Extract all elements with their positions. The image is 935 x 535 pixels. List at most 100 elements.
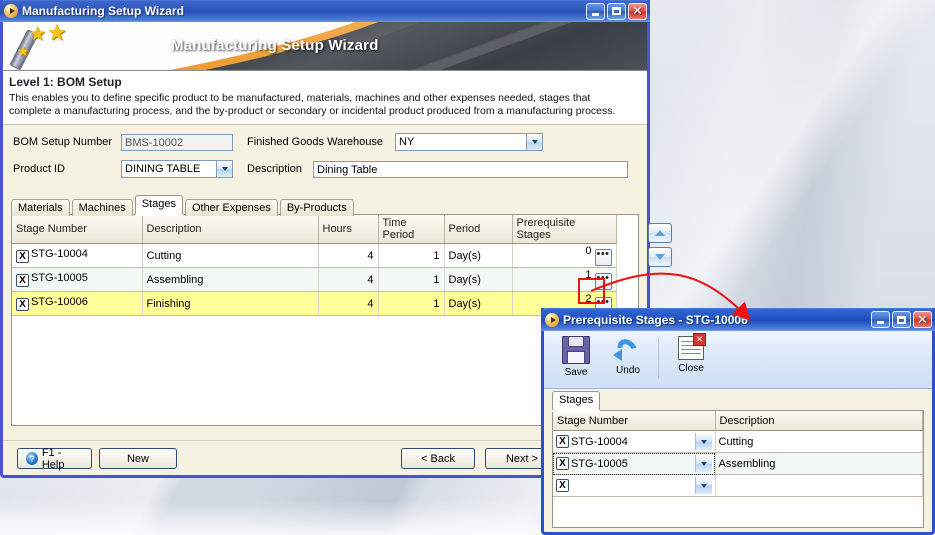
product-id-label: Product ID [13, 163, 65, 175]
col-description[interactable]: Description [715, 411, 923, 431]
cell-stage-number[interactable]: X STG-10005 [12, 267, 143, 292]
delete-row-icon[interactable]: X [16, 274, 29, 287]
sub-tab-stages[interactable]: Stages [552, 391, 601, 410]
cell-period[interactable]: Day(s) [444, 243, 513, 268]
cell-description[interactable]: Assembling [715, 452, 923, 475]
cell-description[interactable]: Finishing [142, 291, 319, 316]
col-stage-number[interactable]: Stage Number [553, 411, 716, 431]
cell-time-period[interactable]: 1 [378, 243, 445, 268]
save-label: Save [564, 367, 588, 378]
level-heading: Level 1: BOM Setup [3, 71, 647, 91]
delete-row-icon[interactable]: X [16, 250, 29, 263]
col-description[interactable]: Description [142, 215, 319, 244]
help-button[interactable]: ? F1 - Help [17, 446, 92, 471]
chevron-down-icon[interactable] [694, 433, 712, 450]
cell-description[interactable] [715, 474, 923, 497]
main-window-controls: ✕ [586, 2, 648, 20]
table-row[interactable]: X STG-10005 Assembling [553, 452, 923, 475]
chevron-down-icon[interactable] [216, 161, 232, 177]
cell-description[interactable]: Assembling [142, 267, 319, 292]
toolbar-separator [658, 338, 659, 378]
delete-row-icon[interactable]: X [556, 479, 569, 492]
delete-row-icon[interactable]: X [556, 435, 569, 448]
close-icon: ✕ [632, 3, 643, 18]
close-toolbar-button[interactable]: ✕ Close [665, 333, 717, 374]
stage-number-select[interactable]: X STG-10004 [556, 433, 712, 450]
delete-row-icon[interactable]: X [556, 457, 569, 470]
cell-stage-number[interactable]: X [553, 474, 716, 497]
tab-materials[interactable]: Materials [11, 199, 70, 216]
tab-stages[interactable]: Stages [134, 195, 183, 214]
col-stage-number[interactable]: Stage Number [12, 215, 143, 244]
bom-setup-number-input[interactable]: BMS-10002 [121, 133, 233, 151]
delete-row-icon[interactable]: X [16, 298, 29, 311]
star-icon-3: ★ [17, 43, 30, 59]
maximize-button[interactable] [607, 2, 626, 20]
close-window-icon: ✕ [678, 333, 706, 360]
back-button[interactable]: < Back [401, 448, 475, 469]
arrow-down-icon [655, 254, 665, 260]
tab-machines[interactable]: Machines [71, 199, 133, 216]
star-icon-1: ★ [29, 24, 47, 45]
chevron-down-icon[interactable] [694, 455, 712, 472]
stage-number-value: STG-10005 [571, 457, 628, 470]
bom-setup-number-label: BOM Setup Number [13, 136, 113, 148]
stage-number-select[interactable]: X [556, 477, 712, 494]
chevron-down-icon[interactable] [526, 134, 542, 150]
description-input[interactable]: Dining Table [313, 160, 628, 178]
tab-by-products[interactable]: By-Products [279, 199, 354, 216]
cell-stage-number[interactable]: X STG-10005 [553, 452, 716, 475]
stage-number-value: STG-10005 [31, 272, 88, 284]
close-button[interactable]: ✕ [628, 2, 647, 20]
table-row[interactable]: X STG-10006 Finishing 4 1 Day(s) 2 ••• [12, 291, 617, 316]
finished-goods-warehouse-select[interactable]: NY [395, 133, 543, 151]
col-prerequisite-stages[interactable]: Prerequisite Stages [512, 215, 617, 244]
move-row-up-button[interactable] [648, 223, 672, 243]
cell-stage-number[interactable]: X STG-10004 [553, 430, 716, 453]
cell-time-period[interactable]: 1 [378, 291, 445, 316]
cell-period[interactable]: Day(s) [444, 291, 513, 316]
cell-description[interactable]: Cutting [715, 430, 923, 453]
undo-button[interactable]: Undo [602, 336, 654, 376]
maximize-button[interactable] [892, 311, 911, 328]
table-row[interactable]: X STG-10005 Assembling 4 1 Day(s) 1 ••• [12, 267, 617, 292]
new-button[interactable]: New [99, 448, 177, 469]
cell-time-period[interactable]: 1 [378, 267, 445, 292]
chevron-down-icon[interactable] [694, 477, 712, 494]
col-hours[interactable]: Hours [318, 215, 379, 244]
help-label: F1 - Help [41, 446, 65, 471]
cell-hours[interactable]: 4 [318, 267, 379, 292]
minimize-button[interactable] [871, 311, 890, 328]
table-row[interactable]: X [553, 474, 923, 497]
main-window-titlebar[interactable]: Manufacturing Setup Wizard ✕ [0, 0, 650, 22]
prerequisite-stages-grid: Stage Number Description X STG-10004 Cut… [553, 411, 923, 497]
cell-hours[interactable]: 4 [318, 243, 379, 268]
product-id-select[interactable]: DINING TABLE [121, 160, 233, 178]
prereq-grid-header-row: Stage Number Description [553, 411, 923, 431]
banner-streak-2 [390, 22, 647, 70]
move-row-down-button[interactable] [648, 247, 672, 267]
stage-number-select[interactable]: X STG-10005 [556, 455, 712, 472]
cell-period[interactable]: Day(s) [444, 267, 513, 292]
close-button[interactable]: ✕ [913, 311, 932, 328]
play-circle-icon [4, 4, 18, 18]
minimize-button[interactable] [586, 2, 605, 20]
undo-label: Undo [616, 365, 640, 376]
ellipsis-button[interactable]: ••• [594, 249, 612, 266]
cell-stage-number[interactable]: X STG-10006 [12, 291, 143, 316]
stages-grid: Stage Number Description Hours Time Peri… [12, 215, 617, 316]
col-time-period[interactable]: Time Period [378, 215, 445, 244]
save-button[interactable]: Save [550, 336, 602, 378]
cell-description[interactable]: Cutting [142, 243, 319, 268]
form-row-1: BOM Setup Number BMS-10002 Finished Good… [13, 133, 637, 151]
table-row[interactable]: X STG-10004 Cutting [553, 430, 923, 453]
cell-hours[interactable]: 4 [318, 291, 379, 316]
table-row[interactable]: X STG-10004 Cutting 4 1 Day(s) 0 ••• [12, 243, 617, 268]
col-period[interactable]: Period [444, 215, 513, 244]
cell-prerequisite-stages[interactable]: 0 ••• [512, 243, 617, 268]
sub-window-body: Stages Stage Number Description X STG-10… [544, 389, 932, 531]
tab-other-expenses[interactable]: Other Expenses [184, 199, 278, 216]
cell-stage-number[interactable]: X STG-10004 [12, 243, 143, 268]
finished-goods-warehouse-label: Finished Goods Warehouse [247, 136, 383, 148]
sub-window-titlebar[interactable]: Prerequisite Stages - STG-10006 ✕ [541, 308, 935, 331]
